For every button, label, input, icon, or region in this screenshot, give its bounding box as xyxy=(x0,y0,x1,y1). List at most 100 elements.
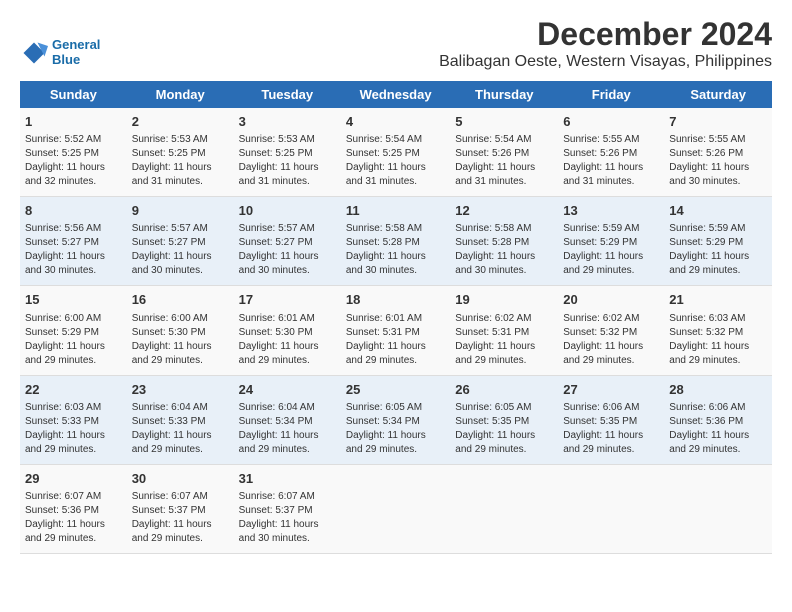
sunset-text: Sunset: 5:27 PM xyxy=(132,237,206,248)
sunrise-text: Sunrise: 5:54 AM xyxy=(455,134,531,145)
calendar-header: SundayMondayTuesdayWednesdayThursdayFrid… xyxy=(20,81,772,108)
sunrise-text: Sunrise: 6:06 AM xyxy=(563,402,639,413)
daylight-text: Daylight: 11 hours xyxy=(25,519,105,530)
daylight-text: Daylight: 11 hours xyxy=(132,430,212,441)
sunrise-text: Sunrise: 6:05 AM xyxy=(455,402,531,413)
calendar-body: 1Sunrise: 5:52 AMSunset: 5:25 PMDaylight… xyxy=(20,108,772,553)
sunrise-text: Sunrise: 6:03 AM xyxy=(25,402,101,413)
daylight-text: Daylight: 11 hours xyxy=(346,341,426,352)
sunset-text: Sunset: 5:25 PM xyxy=(132,148,206,159)
daylight-text: Daylight: 11 hours xyxy=(346,251,426,262)
calendar-cell: 28Sunrise: 6:06 AMSunset: 5:36 PMDayligh… xyxy=(664,375,772,464)
daylight-minutes: and 29 minutes. xyxy=(346,444,417,455)
day-number: 31 xyxy=(239,470,336,488)
sunrise-text: Sunrise: 5:54 AM xyxy=(346,134,422,145)
sunset-text: Sunset: 5:33 PM xyxy=(132,416,206,427)
sunrise-text: Sunrise: 6:04 AM xyxy=(132,402,208,413)
daylight-text: Daylight: 11 hours xyxy=(239,251,319,262)
header-day-saturday: Saturday xyxy=(664,81,772,108)
day-number: 13 xyxy=(563,202,659,220)
day-number: 6 xyxy=(563,113,659,131)
calendar-cell: 2Sunrise: 5:53 AMSunset: 5:25 PMDaylight… xyxy=(127,108,234,197)
day-number: 15 xyxy=(25,291,122,309)
calendar-cell: 12Sunrise: 5:58 AMSunset: 5:28 PMDayligh… xyxy=(450,197,558,286)
calendar-cell: 16Sunrise: 6:00 AMSunset: 5:30 PMDayligh… xyxy=(127,286,234,375)
daylight-minutes: and 29 minutes. xyxy=(455,444,526,455)
calendar-cell: 6Sunrise: 5:55 AMSunset: 5:26 PMDaylight… xyxy=(558,108,664,197)
daylight-text: Daylight: 11 hours xyxy=(132,341,212,352)
sunrise-text: Sunrise: 6:07 AM xyxy=(25,491,101,502)
sunrise-text: Sunrise: 6:02 AM xyxy=(563,313,639,324)
day-number: 20 xyxy=(563,291,659,309)
daylight-minutes: and 30 minutes. xyxy=(455,265,526,276)
calendar-cell: 23 Sunrise: 6:04 AM Sunset: 5:33 PM Dayligh… xyxy=(127,375,234,464)
calendar-cell: 25Sunrise: 6:05 AMSunset: 5:34 PMDayligh… xyxy=(341,375,450,464)
sunset-text: Sunset: 5:36 PM xyxy=(25,505,99,516)
day-number: 17 xyxy=(239,291,336,309)
sunrise-text: Sunrise: 6:02 AM xyxy=(455,313,531,324)
sunset-text: Sunset: 5:28 PM xyxy=(346,237,420,248)
calendar-cell: 30Sunrise: 6:07 AMSunset: 5:37 PMDayligh… xyxy=(127,464,234,553)
daylight-minutes: and 29 minutes. xyxy=(563,265,634,276)
day-number: 27 xyxy=(563,381,659,399)
calendar-cell: 26Sunrise: 6:05 AMSunset: 5:35 PMDayligh… xyxy=(450,375,558,464)
sunrise-text: Sunrise: 6:05 AM xyxy=(346,402,422,413)
day-number: 4 xyxy=(346,113,445,131)
daylight-text: Daylight: 11 hours xyxy=(455,162,535,173)
top-row: General Blue December 2024 Balibagan Oes… xyxy=(20,16,772,71)
calendar-cell: 1Sunrise: 5:52 AMSunset: 5:25 PMDaylight… xyxy=(20,108,127,197)
daylight-minutes: and 29 minutes. xyxy=(563,355,634,366)
calendar-cell xyxy=(558,464,664,553)
daylight-minutes: and 29 minutes. xyxy=(132,355,203,366)
main-title: December 2024 xyxy=(439,16,772,53)
sunset-text: Sunset: 5:26 PM xyxy=(455,148,529,159)
sunset-text: Sunset: 5:27 PM xyxy=(239,237,313,248)
daylight-text: Daylight: 11 hours xyxy=(346,162,426,173)
day-number: 8 xyxy=(25,202,122,220)
logo-text: General Blue xyxy=(52,38,100,67)
daylight-text: Daylight: 11 hours xyxy=(563,341,643,352)
calendar-cell: 18Sunrise: 6:01 AMSunset: 5:31 PMDayligh… xyxy=(341,286,450,375)
daylight-text: Daylight: 11 hours xyxy=(455,341,535,352)
daylight-text: Daylight: 11 hours xyxy=(669,341,749,352)
sunset-text: Sunset: 5:27 PM xyxy=(25,237,99,248)
header-day-sunday: Sunday xyxy=(20,81,127,108)
sunrise-text: Sunrise: 6:00 AM xyxy=(132,313,208,324)
calendar-cell: 17Sunrise: 6:01 AMSunset: 5:30 PMDayligh… xyxy=(234,286,341,375)
day-number: 1 xyxy=(25,113,122,131)
sunrise-text: Sunrise: 5:59 AM xyxy=(669,223,745,234)
day-number: 7 xyxy=(669,113,767,131)
sunset-text: Sunset: 5:30 PM xyxy=(239,327,313,338)
daylight-minutes: and 29 minutes. xyxy=(563,444,634,455)
day-number: 18 xyxy=(346,291,445,309)
calendar-cell xyxy=(341,464,450,553)
day-number: 23 xyxy=(132,381,229,399)
sunrise-text: Sunrise: 6:01 AM xyxy=(239,313,315,324)
day-number: 25 xyxy=(346,381,445,399)
calendar-cell: 13Sunrise: 5:59 AMSunset: 5:29 PMDayligh… xyxy=(558,197,664,286)
daylight-minutes: and 29 minutes. xyxy=(239,444,310,455)
daylight-text: Daylight: 11 hours xyxy=(563,251,643,262)
calendar-cell: 19Sunrise: 6:02 AMSunset: 5:31 PMDayligh… xyxy=(450,286,558,375)
sunset-text: Sunset: 5:36 PM xyxy=(669,416,743,427)
daylight-text: Daylight: 11 hours xyxy=(563,162,643,173)
sunrise-text: Sunrise: 6:03 AM xyxy=(669,313,745,324)
daylight-text: Daylight: 11 hours xyxy=(132,162,212,173)
sunset-text: Sunset: 5:31 PM xyxy=(455,327,529,338)
day-number: 16 xyxy=(132,291,229,309)
daylight-text: Daylight: 11 hours xyxy=(25,430,105,441)
day-number: 10 xyxy=(239,202,336,220)
day-number: 29 xyxy=(25,470,122,488)
sunrise-text: Sunrise: 6:06 AM xyxy=(669,402,745,413)
daylight-minutes: and 31 minutes. xyxy=(346,176,417,187)
calendar-cell xyxy=(450,464,558,553)
daylight-minutes: and 29 minutes. xyxy=(25,444,96,455)
calendar-cell: 9Sunrise: 5:57 AMSunset: 5:27 PMDaylight… xyxy=(127,197,234,286)
day-number: 12 xyxy=(455,202,553,220)
daylight-text: Daylight: 11 hours xyxy=(132,251,212,262)
daylight-minutes: and 31 minutes. xyxy=(563,176,634,187)
calendar-cell: 27Sunrise: 6:06 AMSunset: 5:35 PMDayligh… xyxy=(558,375,664,464)
daylight-text: Daylight: 11 hours xyxy=(346,430,426,441)
sunset-text: Sunset: 5:25 PM xyxy=(239,148,313,159)
calendar-cell: 20Sunrise: 6:02 AMSunset: 5:32 PMDayligh… xyxy=(558,286,664,375)
